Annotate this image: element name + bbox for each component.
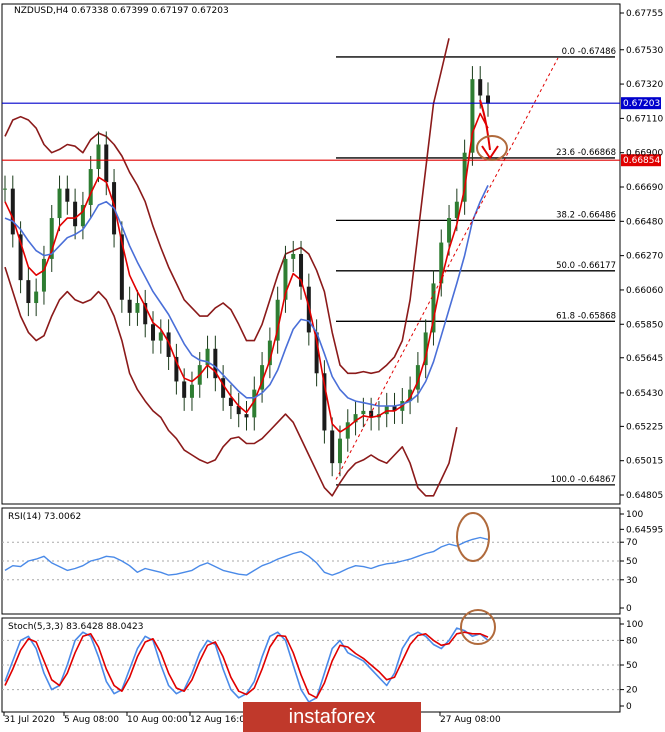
rsi-tick-label: 30 [626, 576, 638, 586]
fib-level-label: 23.6 -0.66868 [556, 148, 616, 158]
price-tick-label: 0.66270 [626, 252, 663, 262]
price-bar-body [384, 405, 389, 415]
price-bar-body [3, 188, 7, 190]
price-bar-body [41, 258, 46, 292]
price-bar-body [158, 332, 163, 341]
price-tick-label: 0.65225 [626, 422, 663, 432]
stoch-tick-label: 0 [626, 702, 632, 712]
price-bar-body [291, 254, 296, 259]
stoch-tick-label: 50 [626, 661, 638, 671]
time-tick-label: 12 Aug 16:00 [190, 715, 251, 725]
price-tick-label: 0.66060 [626, 286, 663, 296]
stoch-tick-label: 20 [626, 686, 638, 696]
price-bar-body [34, 291, 39, 304]
price-tick-label: 0.65430 [626, 389, 663, 399]
price-bar-body [57, 188, 62, 219]
fib-level-label: 100.0 -0.64867 [551, 475, 616, 485]
rsi-tick-label: 70 [626, 538, 638, 548]
symbol-header: NZDUSD,H4 0.67338 0.67399 0.67197 0.6720… [14, 6, 229, 16]
price-bar-body [337, 438, 342, 464]
time-tick-label: 31 Jul 2020 [4, 715, 55, 725]
price-bar-body [88, 169, 93, 205]
fib-level-label: 50.0 -0.66177 [556, 261, 616, 271]
price-tick-label: 0.66690 [626, 183, 663, 193]
price-bar-body [26, 280, 31, 304]
rsi-tick-label: 100 [626, 510, 643, 520]
watermark-text: instaforex [289, 706, 376, 728]
watermark: instaforex [243, 702, 421, 732]
price-tick-label: 0.64595 [626, 525, 663, 535]
price-tick-label: 0.66480 [626, 217, 663, 227]
price-tick-label: 0.67530 [626, 46, 663, 56]
price-tick-label: 0.67110 [626, 114, 663, 124]
price-bar-body [345, 422, 350, 439]
price-bar-body [73, 201, 78, 227]
stoch-label: Stoch(5,3,3) 83.6428 88.0423 [8, 622, 143, 632]
stoch-tick-label: 80 [626, 636, 638, 646]
time-tick-label: 27 Aug 08:00 [440, 715, 501, 725]
current-price-label: 0.67203 [623, 99, 660, 109]
stoch-tick-label: 100 [626, 620, 643, 630]
price-bar-body [104, 144, 109, 183]
price-bar-body [151, 324, 156, 341]
rsi-tick-label: 0 [626, 604, 632, 614]
price-bar-body [447, 218, 452, 243]
chart-canvas: 0.0 -0.67486 23.6 -0.66868 38.2 -0.66486 50… [0, 0, 665, 732]
rsi-label: RSI(14) 73.0062 [8, 512, 81, 522]
price-tick-label: 0.65645 [626, 354, 663, 364]
price-bar-body [96, 144, 101, 170]
price-bar-body [486, 95, 490, 104]
price-bar-body [189, 384, 194, 398]
price-bar-body [330, 430, 335, 464]
price-tick-label: 0.65850 [626, 320, 663, 330]
fib-level-label: 0.0 -0.67486 [562, 47, 616, 57]
fib-level-label: 38.2 -0.66486 [556, 210, 616, 220]
price-tick-label: 0.67755 [626, 9, 663, 19]
price-bar-body [127, 299, 132, 313]
price-bar-body [65, 188, 70, 202]
price-tick-label: 0.64805 [626, 491, 663, 501]
time-tick-label: 10 Aug 00:00 [127, 715, 188, 725]
price-tick-label: 0.66900 [626, 149, 663, 159]
price-bar-body [244, 414, 249, 418]
price-tick-label: 0.65015 [626, 457, 663, 467]
rsi-tick-label: 50 [626, 557, 638, 567]
time-tick-label: 5 Aug 08:00 [64, 715, 119, 725]
fib-level-label: 61.8 -0.65868 [556, 311, 616, 321]
price-tick-label: 0.67320 [626, 80, 663, 90]
price-bar-body [361, 410, 366, 415]
price-bar-body [182, 381, 187, 398]
price-bar-body [10, 188, 15, 235]
price-bar-body [478, 79, 483, 96]
price-bar-body [135, 303, 140, 313]
